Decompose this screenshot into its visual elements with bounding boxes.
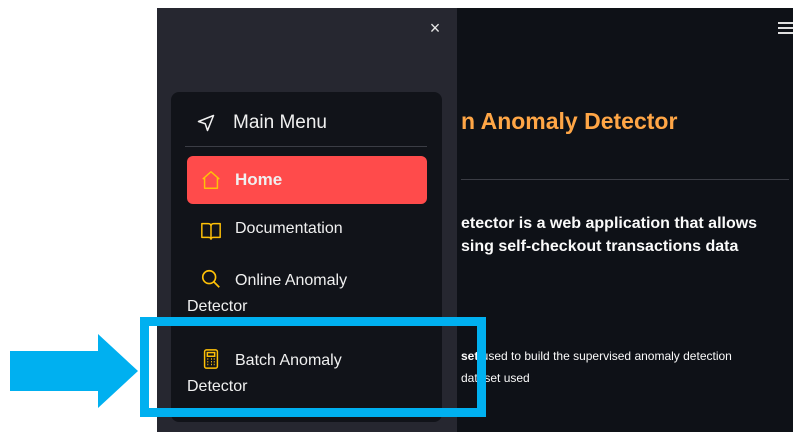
menu-item-home[interactable]: Home (187, 156, 427, 204)
close-sidebar-button[interactable]: × (425, 18, 445, 38)
menu-item-documentation[interactable]: Documentation (187, 220, 427, 242)
menu-item-online-anomaly-detector[interactable]: Online Anomaly Detector (187, 268, 427, 320)
menu-divider (185, 146, 427, 147)
menu-title: Main Menu (233, 112, 327, 133)
dataset-paragraph: set used to build the supervised anomaly… (461, 349, 732, 385)
menu-item-label: Home (235, 170, 283, 189)
divider (461, 179, 789, 180)
book-icon (201, 222, 221, 240)
arrow-annotation (10, 334, 138, 408)
menu-item-label: Online Anomaly (235, 272, 348, 289)
page-title: n Anomaly Detector (461, 108, 678, 134)
menu-header: Main Menu (197, 112, 327, 134)
home-icon (202, 171, 220, 189)
send-icon (197, 114, 215, 132)
highlight-box (140, 317, 486, 417)
hamburger-menu-icon[interactable] (778, 22, 793, 36)
search-icon (201, 269, 220, 288)
menu-item-label: Documentation (235, 220, 343, 237)
app-description: etector is a web application that allows… (461, 215, 758, 255)
